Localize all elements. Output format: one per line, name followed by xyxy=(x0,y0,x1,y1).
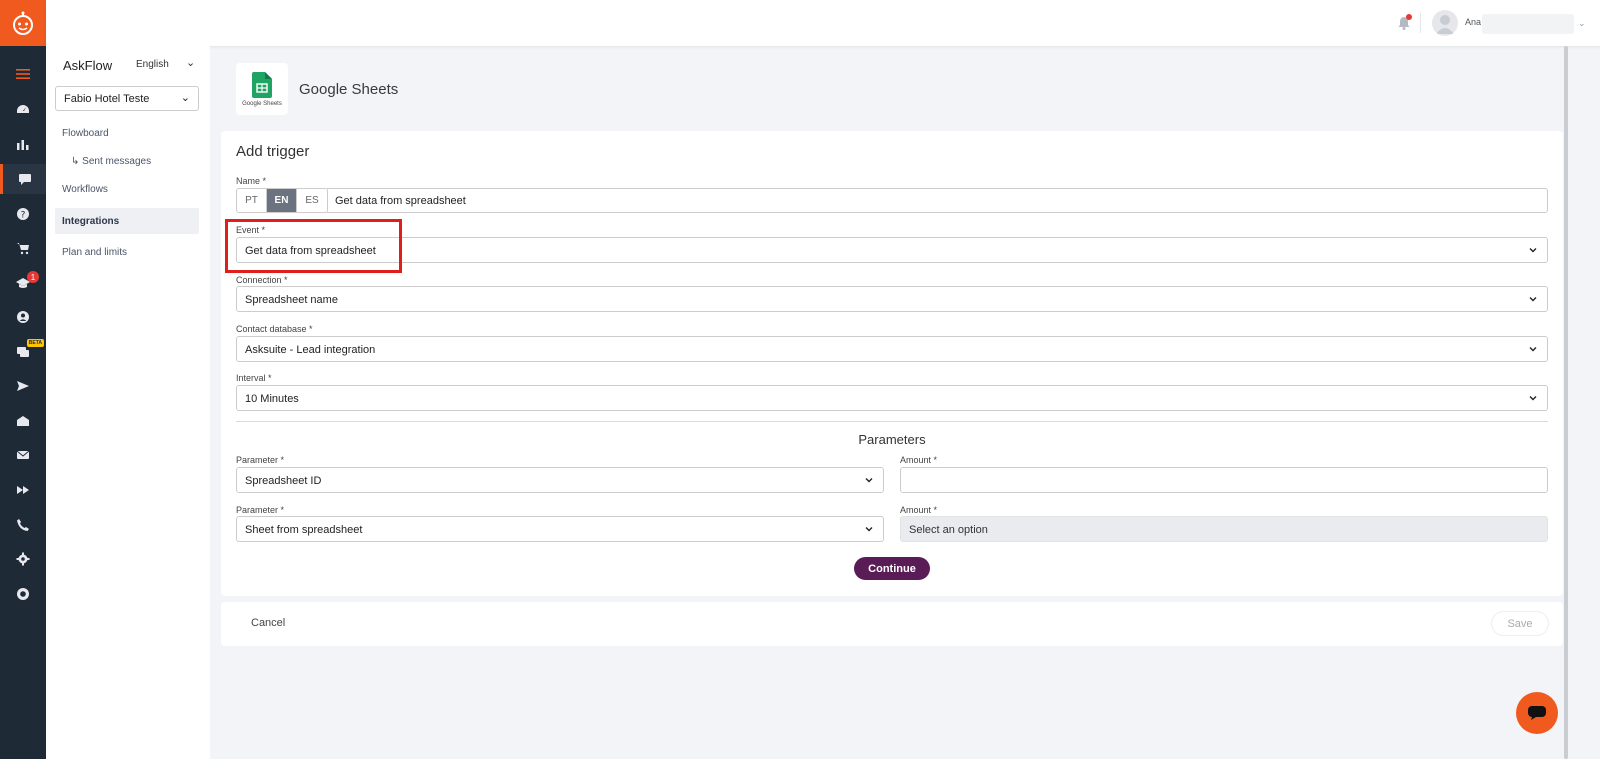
notification-badge: 1 xyxy=(27,271,39,283)
fast-forward-icon[interactable] xyxy=(0,475,46,505)
parameter-2-select-value: Sheet from spreadsheet xyxy=(245,524,363,536)
contact-database-select[interactable]: Asksuite - Lead integration xyxy=(236,336,1548,362)
topbar-divider xyxy=(1420,13,1421,33)
user-name[interactable]: Ana xyxy=(1465,17,1481,27)
language-chevron-icon[interactable]: ⌄ xyxy=(186,56,195,69)
email-icon[interactable] xyxy=(0,440,46,470)
chevron-down-icon xyxy=(1529,396,1537,401)
amount-2-select[interactable]: Select an option xyxy=(900,516,1548,542)
dashboard-icon[interactable] xyxy=(0,95,46,125)
svg-text:?: ? xyxy=(21,211,26,221)
user-menu-chevron-icon[interactable]: ⌄ xyxy=(1578,18,1586,29)
help-icon[interactable]: ? xyxy=(0,199,46,229)
amount-1-label: Amount * xyxy=(900,455,938,465)
hotel-select-value: Fabio Hotel Teste xyxy=(64,93,150,105)
section-divider xyxy=(236,421,1548,422)
parameter-2-label: Parameter * xyxy=(236,505,285,515)
amount-2-label: Amount * xyxy=(900,505,938,515)
menu-icon[interactable] xyxy=(0,59,46,89)
page-scrollbar[interactable] xyxy=(1564,46,1568,759)
event-select[interactable]: Get data from spreadsheet xyxy=(236,237,1548,263)
sidebar-item-integrations[interactable]: Integrations xyxy=(55,208,199,234)
mail-open-icon[interactable] xyxy=(0,406,46,436)
trigger-name-input[interactable]: Get data from spreadsheet xyxy=(327,188,1548,213)
save-button[interactable]: Save xyxy=(1492,612,1548,635)
interval-select[interactable]: 10 Minutes xyxy=(236,385,1548,411)
interval-label: Interval * xyxy=(236,373,272,383)
academy-icon[interactable]: 1 xyxy=(0,268,46,298)
redacted-user-surname xyxy=(1482,14,1574,34)
lang-en-button[interactable]: EN xyxy=(267,189,297,212)
connection-select[interactable]: Spreadsheet name xyxy=(236,286,1548,312)
sidebar-item-workflows[interactable]: Workflows xyxy=(55,176,199,202)
contact-database-select-value: Asksuite - Lead integration xyxy=(245,344,376,356)
chevron-down-icon xyxy=(1529,248,1537,253)
reports-icon[interactable] xyxy=(0,129,46,159)
asksuite-logo-icon[interactable] xyxy=(0,0,46,46)
cancel-button[interactable]: Cancel xyxy=(251,617,285,629)
cart-icon[interactable] xyxy=(0,233,46,263)
beta-badge: BETA xyxy=(26,339,44,347)
secondary-sidebar: AskFlow English ⌄ Fabio Hotel Teste ⌄ Fl… xyxy=(46,46,210,759)
phone-icon[interactable] xyxy=(0,510,46,540)
hotel-select[interactable]: Fabio Hotel Teste ⌄ xyxy=(55,86,199,111)
name-label: Name * xyxy=(236,176,267,186)
parameter-1-select[interactable]: Spreadsheet ID xyxy=(236,467,884,493)
parameter-1-label: Parameter * xyxy=(236,455,285,465)
continue-button[interactable]: Continue xyxy=(854,557,930,580)
chat-flows-icon[interactable] xyxy=(0,164,46,194)
amount-1-input[interactable] xyxy=(900,467,1548,493)
amount-2-placeholder: Select an option xyxy=(909,524,988,536)
support-lifebuoy-icon[interactable] xyxy=(0,579,46,609)
top-bar: Ana ⌄ xyxy=(46,0,1600,46)
google-sheets-app-icon: Google Sheets xyxy=(236,63,288,115)
sidebar-item-flowboard[interactable]: Flowboard xyxy=(55,120,199,146)
parameter-2-select[interactable]: Sheet from spreadsheet xyxy=(236,516,884,542)
settings-gear-icon[interactable] xyxy=(0,544,46,574)
parameter-1-select-value: Spreadsheet ID xyxy=(245,475,322,487)
chevron-down-icon xyxy=(865,527,873,532)
user-avatar[interactable] xyxy=(1432,10,1458,36)
language-selector[interactable]: English xyxy=(136,59,169,70)
app-icon-caption: Google Sheets xyxy=(242,100,282,107)
send-icon[interactable] xyxy=(0,371,46,401)
chevron-down-icon xyxy=(1529,297,1537,302)
chat-launcher-button[interactable] xyxy=(1516,692,1558,734)
contact-database-label: Contact database * xyxy=(236,324,313,334)
connection-label: Connection * xyxy=(236,275,288,285)
left-rail: ? 1 BETA xyxy=(0,0,46,759)
connection-select-value: Spreadsheet name xyxy=(245,294,338,306)
product-brand: AskFlow xyxy=(63,58,113,73)
sidebar-item-plan-and-limits[interactable]: Plan and limits xyxy=(55,239,199,265)
conversations-icon[interactable]: BETA xyxy=(0,337,46,367)
parameters-title: Parameters xyxy=(858,432,926,447)
event-highlight-annotation xyxy=(225,219,402,273)
language-toggle: PT EN ES xyxy=(236,188,328,213)
lang-es-button[interactable]: ES xyxy=(297,189,327,212)
form-footer: Cancel Save xyxy=(221,602,1563,646)
form-heading: Add trigger xyxy=(236,143,310,160)
chevron-down-icon: ⌄ xyxy=(180,92,190,104)
interval-select-value: 10 Minutes xyxy=(245,393,299,405)
notification-dot xyxy=(1406,14,1412,20)
google-sheets-icon xyxy=(252,71,272,98)
chat-bubble-icon xyxy=(1528,706,1546,720)
lang-pt-button[interactable]: PT xyxy=(237,189,267,212)
user-circle-icon[interactable] xyxy=(0,302,46,332)
app-title: Google Sheets xyxy=(299,81,399,98)
chevron-down-icon xyxy=(1529,347,1537,352)
add-trigger-card: Add trigger Name * PT EN ES Get data fro… xyxy=(221,131,1563,596)
sidebar-item-sent-messages[interactable]: ↳ Sent messages xyxy=(55,148,199,174)
chevron-down-icon xyxy=(865,478,873,483)
